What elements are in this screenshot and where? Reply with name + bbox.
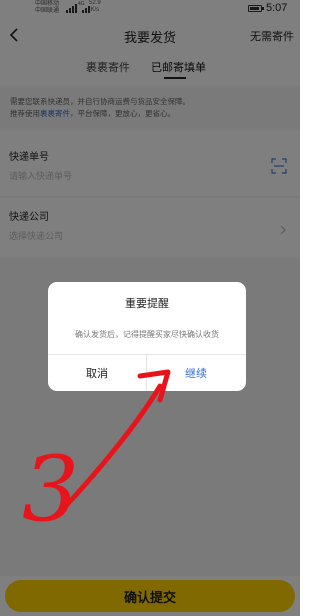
dialog-message: 确认发货后，记得提醒买家尽快确认收货 xyxy=(75,330,219,339)
reminder-dialog: 重要提醒 确认发货后，记得提醒买家尽快确认收货 取消 继续 xyxy=(48,282,246,391)
cancel-button[interactable]: 取消 xyxy=(48,354,146,391)
continue-button[interactable]: 继续 xyxy=(147,354,245,391)
dialog-title: 重要提醒 xyxy=(125,298,169,310)
